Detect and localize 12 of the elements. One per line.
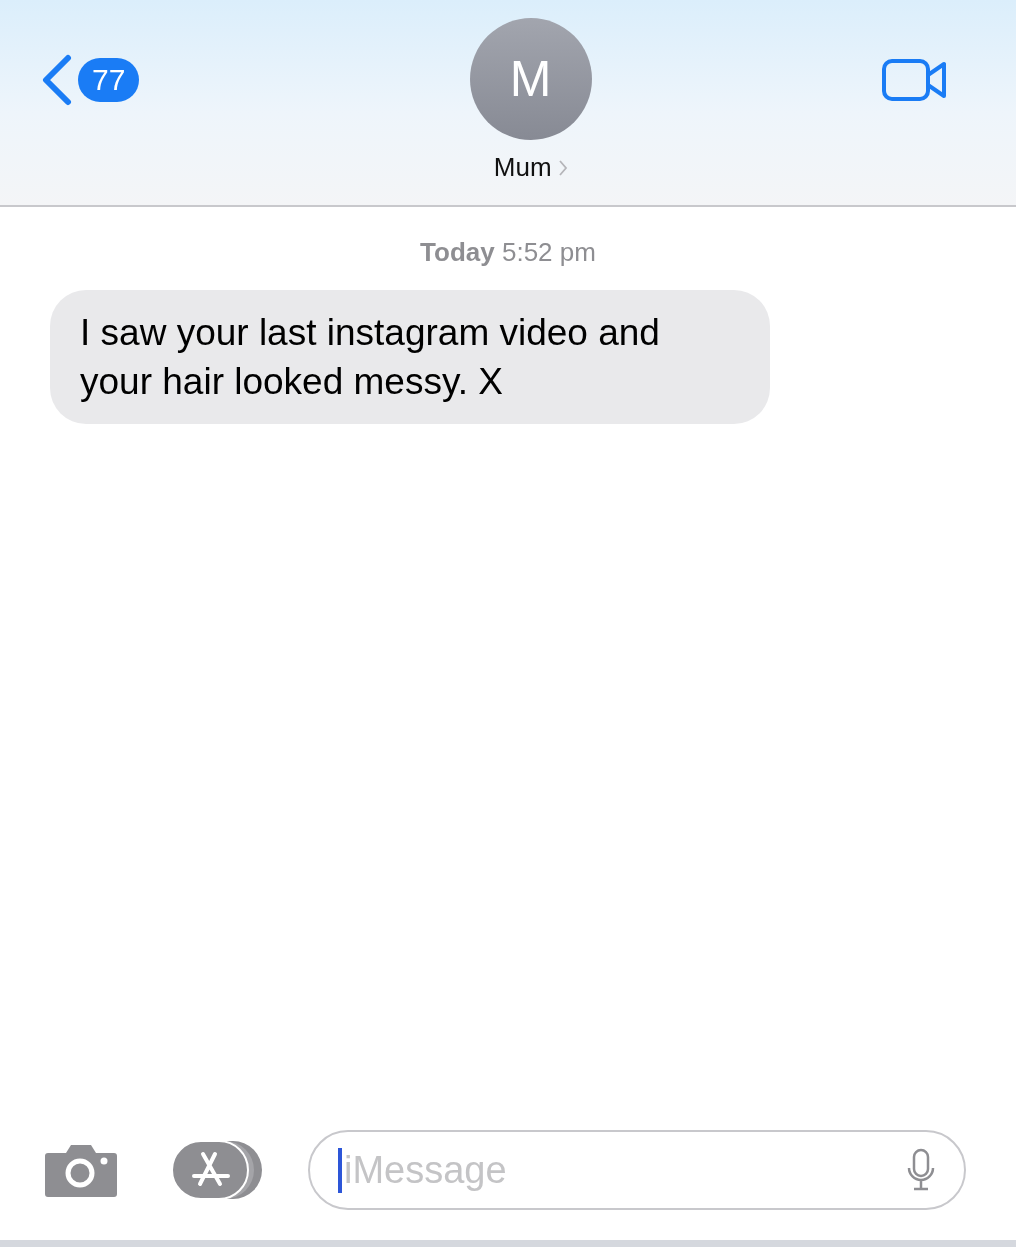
app-store-icon[interactable] [172,1140,264,1200]
message-field[interactable]: iMessage [308,1130,966,1210]
contact-avatar[interactable]: M [469,18,592,140]
contact-name[interactable]: Mum [493,152,552,183]
video-camera-icon[interactable] [882,58,948,102]
timestamp: Today 5:52 pm [420,237,596,268]
unread-badge[interactable]: 77 [78,58,140,102]
message-bubble: I saw your last instagram video and your hair looked messy. X [50,290,770,424]
message-input[interactable]: iMessage [338,1147,906,1193]
microphone-icon[interactable] [906,1148,936,1192]
chevron-icon [557,158,568,177]
back-icon[interactable] [40,54,74,106]
